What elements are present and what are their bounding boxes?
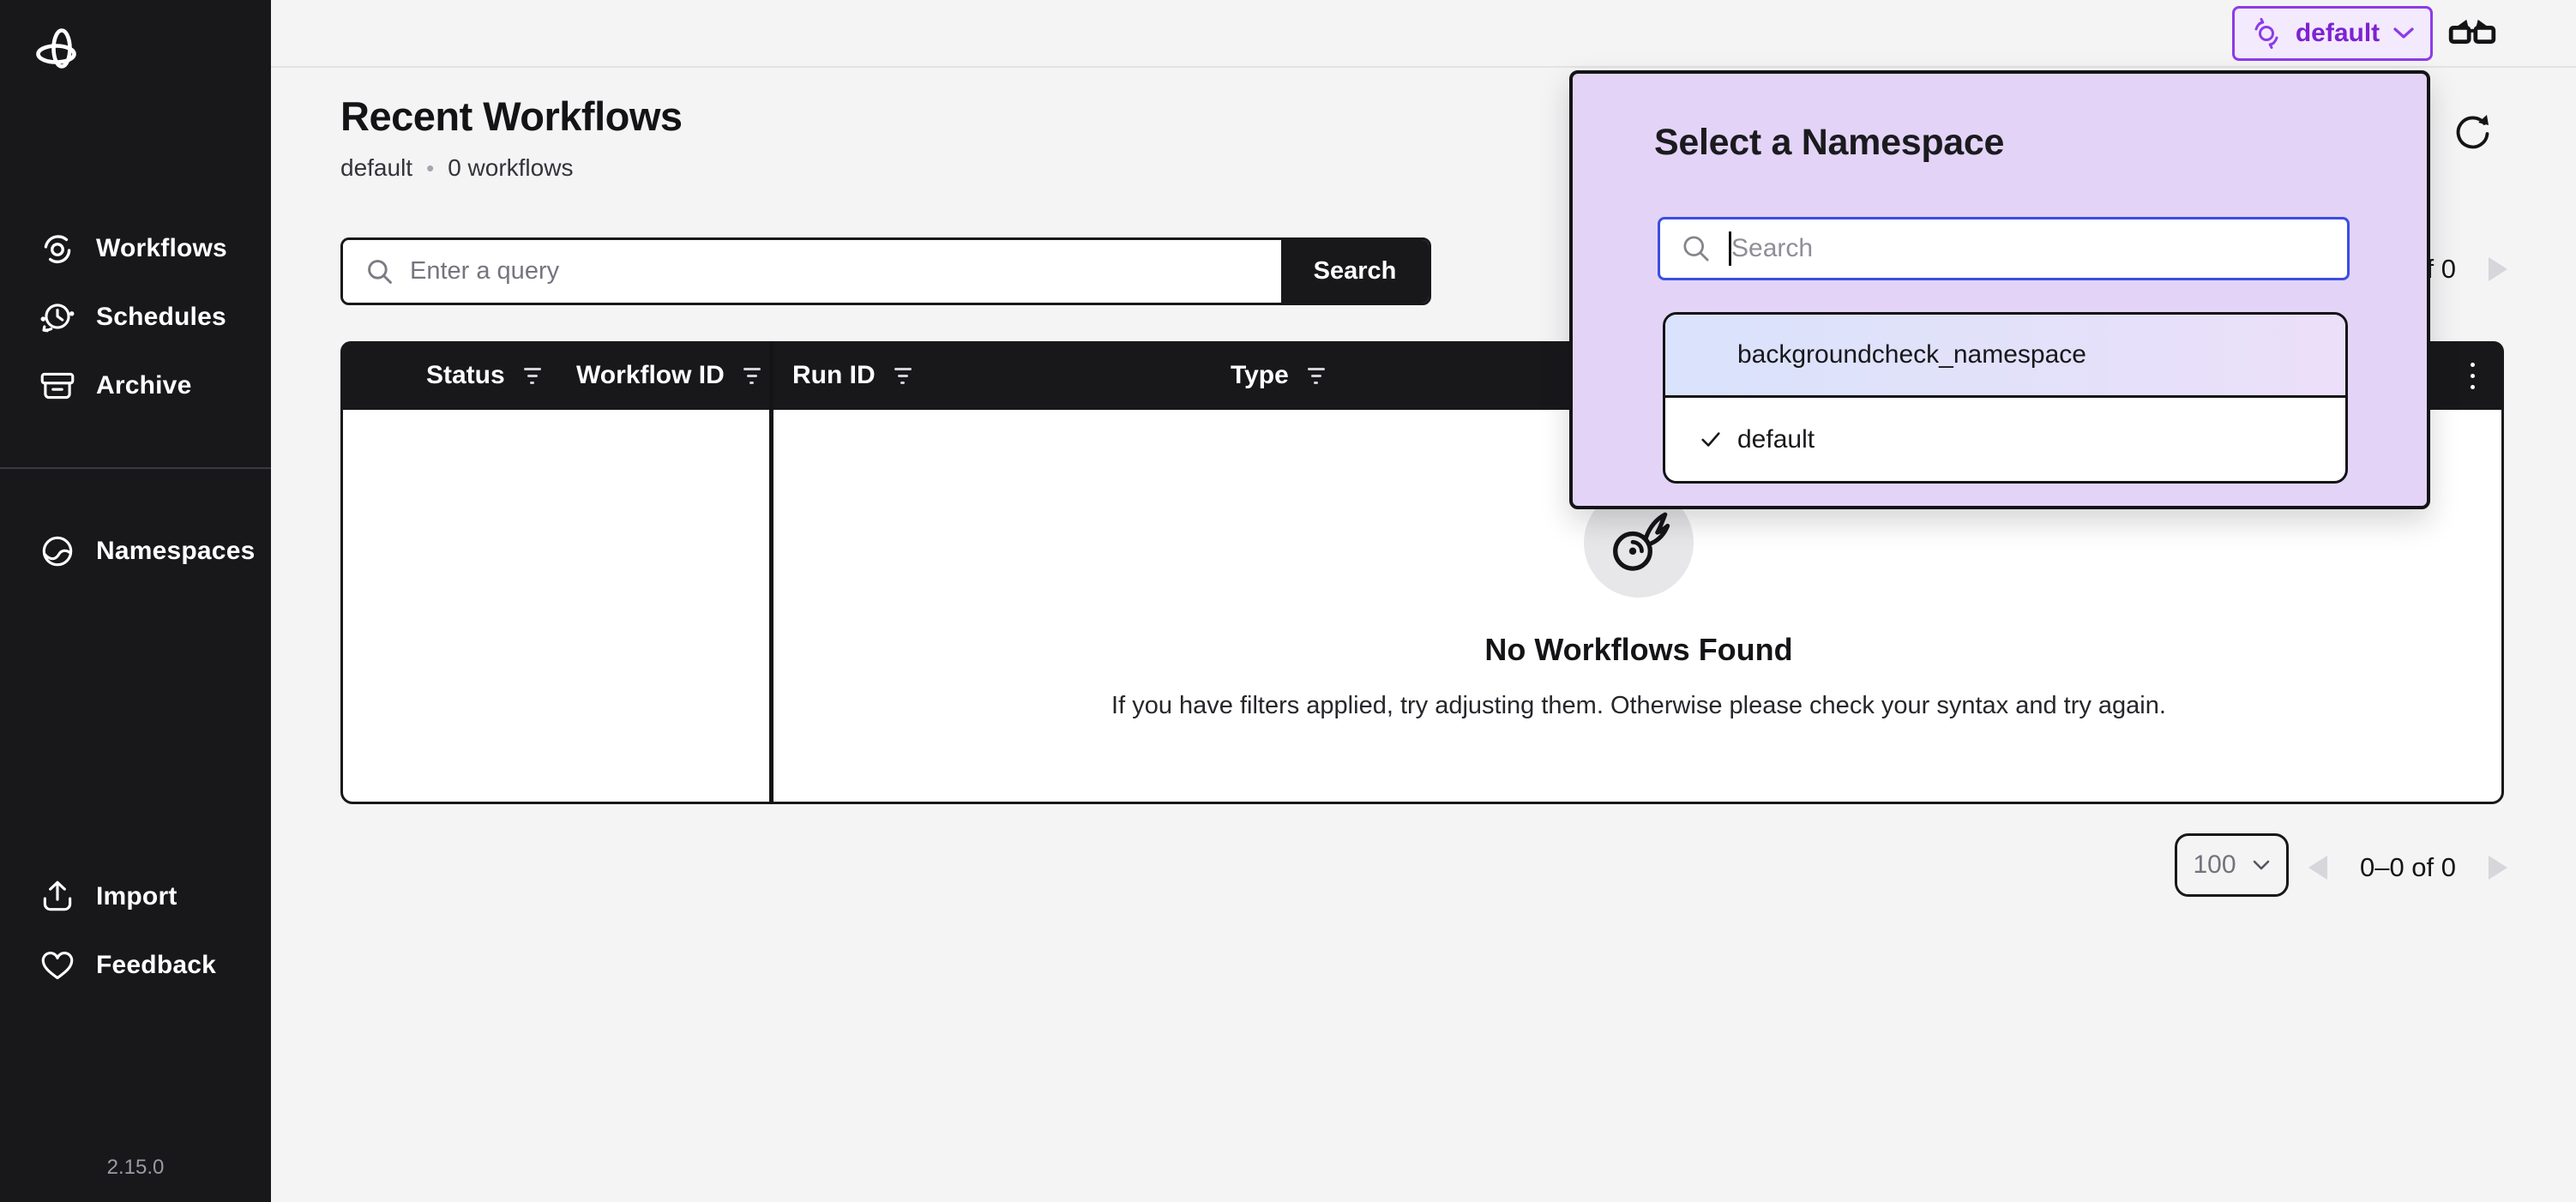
subtitle-separator: • — [426, 155, 434, 182]
workflows-icon — [38, 229, 77, 268]
filter-icon[interactable] — [889, 363, 917, 389]
sidebar-item-label: Archive — [96, 371, 191, 400]
table-options-kebab-icon[interactable] — [2464, 341, 2482, 410]
upload-icon — [38, 877, 77, 917]
app-version: 2.15.0 — [0, 1156, 271, 1180]
top-header-bar: default — [271, 0, 2576, 68]
namespace-switcher-label: default — [2296, 19, 2380, 48]
bottom-pagination: 0–0 of 0 — [2308, 852, 2507, 883]
filter-icon[interactable] — [1303, 363, 1330, 389]
schedules-icon — [38, 297, 77, 337]
filter-icon[interactable] — [738, 363, 766, 389]
labs-glasses-toggle[interactable] — [2447, 14, 2501, 55]
namespace-switcher-button[interactable]: default — [2232, 6, 2433, 61]
column-label: Workflow ID — [576, 361, 725, 390]
sidebar-item-namespaces[interactable]: Namespaces — [0, 519, 271, 584]
namespace-search-field — [1658, 217, 2350, 280]
page-size-value: 100 — [2193, 850, 2236, 880]
sidebar-item-workflows[interactable]: Workflows — [0, 216, 271, 281]
subtitle-workflow-count: 0 workflows — [448, 154, 573, 182]
namespace-option-label: default — [1737, 425, 1815, 454]
namespace-search-input[interactable] — [1731, 234, 2347, 263]
sidebar-item-label: Schedules — [96, 303, 226, 332]
namespaces-icon — [38, 532, 77, 571]
sidebar: Workflows Schedules — [0, 0, 271, 1202]
column-header-status: Status — [426, 341, 546, 410]
refresh-button[interactable] — [2449, 108, 2494, 153]
column-label: Status — [426, 361, 505, 390]
refresh-icon — [2449, 108, 2494, 153]
page-range-label: 0–0 of 0 — [2360, 852, 2456, 883]
sidebar-item-label: Import — [96, 882, 178, 911]
chevron-down-icon — [2252, 858, 2271, 872]
sidebar-item-feedback[interactable]: Feedback — [0, 933, 271, 998]
page-subtitle: default • 0 workflows — [340, 154, 573, 182]
namespace-select-modal: Select a Namespace backgroundcheck_names… — [1569, 70, 2430, 509]
empty-state: No Workflows Found If you have filters a… — [953, 488, 2325, 720]
sidebar-item-schedules[interactable]: Schedules — [0, 285, 271, 350]
heart-icon — [38, 946, 77, 985]
namespace-option-default[interactable]: default — [1665, 398, 2345, 481]
search-icon — [365, 257, 394, 286]
sidebar-item-label: Workflows — [96, 234, 227, 263]
query-input[interactable] — [410, 240, 1281, 303]
pinned-column-divider — [769, 341, 773, 804]
filter-icon[interactable] — [519, 363, 546, 389]
column-label: Run ID — [792, 361, 876, 390]
column-header-type: Type — [1231, 341, 1330, 410]
previous-page-arrow[interactable] — [2308, 856, 2327, 880]
sidebar-item-import[interactable]: Import — [0, 864, 271, 929]
namespace-option-backgroundcheck[interactable]: backgroundcheck_namespace — [1665, 315, 2345, 398]
comet-icon — [1603, 507, 1675, 579]
sidebar-item-label: Namespaces — [96, 537, 255, 566]
query-input-wrap — [343, 240, 1281, 303]
sidebar-divider — [0, 467, 271, 469]
checkmark-icon — [1700, 430, 1722, 450]
glasses-icon — [2447, 16, 2497, 52]
empty-state-title: No Workflows Found — [1484, 632, 1792, 668]
empty-state-message: If you have filters applied, try adjusti… — [1111, 692, 2166, 720]
temporal-logo-icon — [34, 27, 86, 79]
next-page-arrow[interactable] — [2489, 856, 2507, 880]
namespace-rotate-icon — [2249, 16, 2284, 51]
namespace-option-label: backgroundcheck_namespace — [1737, 340, 2086, 370]
query-search-bar: Search — [340, 237, 1431, 305]
column-header-run-id: Run ID — [792, 341, 917, 410]
column-header-workflow-id: Workflow ID — [576, 341, 766, 410]
search-icon — [1681, 233, 1712, 264]
page-title: Recent Workflows — [340, 93, 683, 140]
page-size-select[interactable]: 100 — [2175, 833, 2289, 897]
next-page-arrow[interactable] — [2489, 257, 2507, 281]
app-root: Workflows Schedules — [0, 0, 2576, 1202]
subtitle-namespace: default — [340, 154, 412, 182]
column-label: Type — [1231, 361, 1289, 390]
search-button[interactable]: Search — [1281, 240, 1429, 303]
sidebar-item-label: Feedback — [96, 951, 216, 980]
modal-title: Select a Namespace — [1654, 122, 2004, 164]
chevron-down-icon — [2392, 25, 2416, 42]
sidebar-item-archive[interactable]: Archive — [0, 353, 271, 418]
archive-icon — [38, 366, 77, 406]
namespace-list: backgroundcheck_namespace default — [1663, 312, 2348, 484]
